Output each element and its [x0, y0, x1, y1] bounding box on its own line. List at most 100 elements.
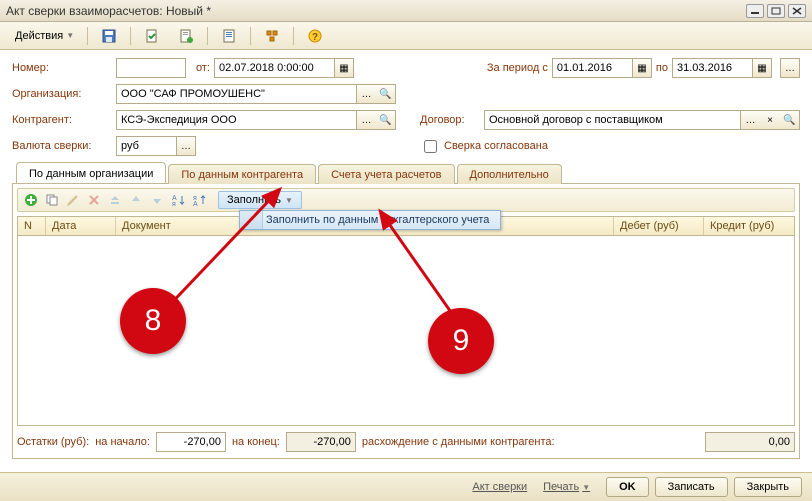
label-period-from: За период с [487, 62, 548, 74]
tab-accounts[interactable]: Счета учета расчетов [318, 164, 454, 184]
label-divergence: расхождение с данными контрагента: [362, 436, 555, 448]
col-date[interactable]: Дата [46, 217, 116, 235]
act-link-label: Акт сверки [472, 481, 527, 493]
ellipsis-icon: … [181, 141, 191, 152]
tab-bar: По данным организации По данным контраге… [12, 162, 800, 184]
help-icon: ? [307, 28, 323, 44]
save-button[interactable]: Записать [655, 477, 728, 497]
col-debit[interactable]: Дебет (руб) [614, 217, 704, 235]
close-button[interactable] [788, 4, 806, 18]
ellipsis-icon: … [746, 115, 756, 126]
label-currency: Валюта сверки: [12, 140, 112, 152]
label-agreed: Сверка согласована [444, 140, 548, 152]
document-check-icon [144, 28, 160, 44]
add-row-button[interactable] [22, 191, 40, 209]
print-menu[interactable]: Печать ▼ [543, 481, 590, 493]
number-input[interactable] [116, 58, 186, 78]
col-n[interactable]: N [18, 217, 46, 235]
label-rest-begin: на начало: [95, 436, 150, 448]
ellipsis-icon: … [785, 63, 795, 74]
separator [207, 27, 208, 45]
copy-row-button[interactable] [43, 191, 61, 209]
calendar-icon: ▦ [757, 63, 766, 74]
move-down-button[interactable] [148, 191, 166, 209]
annotation-9: 9 [428, 308, 494, 374]
counterparty-select-button[interactable]: … [356, 110, 376, 130]
fill-dropdown-menu: Заполнить по данным бухгалтерского учета [239, 210, 501, 230]
chevron-down-icon: ▼ [285, 196, 293, 205]
move-up-first-button[interactable] [106, 191, 124, 209]
summary-row: Остатки (руб): на начало: на конец: расх… [17, 432, 795, 452]
sort-asc-button[interactable]: Aя [169, 191, 187, 209]
period-start-picker[interactable]: ▦ [632, 58, 652, 78]
fill-button[interactable]: Заполнить ▼ [218, 191, 302, 209]
footer-bar: Акт сверки Печать ▼ OK Записать Закрыть [0, 472, 812, 501]
period-end-picker[interactable]: ▦ [752, 58, 772, 78]
magnifier-icon: 🔍 [783, 115, 795, 126]
window-title: Акт сверки взаиморасчетов: Новый * [6, 4, 743, 18]
label-period-to: по [656, 62, 668, 74]
org-select-button[interactable]: … [356, 84, 376, 104]
close-form-button[interactable]: Закрыть [734, 477, 802, 497]
move-up-button[interactable] [127, 191, 145, 209]
report-icon-button[interactable] [214, 25, 244, 47]
minimize-button[interactable] [746, 4, 764, 18]
fill-label: Заполнить [227, 194, 281, 206]
magnifier-icon: 🔍 [379, 89, 391, 100]
org-input[interactable] [116, 84, 356, 104]
report-icon [221, 28, 237, 44]
fill-menu-item-accounting[interactable]: Заполнить по данным бухгалтерского учета [266, 214, 492, 226]
col-credit[interactable]: Кредит (руб) [704, 217, 794, 235]
post-icon-button[interactable] [137, 25, 167, 47]
print-label: Печать [543, 481, 579, 493]
save-icon-button[interactable] [94, 25, 124, 47]
tab-org[interactable]: По данным организации [16, 162, 166, 183]
annotation-8: 8 [120, 288, 186, 354]
period-select-button[interactable]: … [780, 58, 800, 78]
delete-row-button[interactable] [85, 191, 103, 209]
currency-select-button[interactable]: … [176, 136, 196, 156]
label-contract: Договор: [420, 114, 480, 126]
form-area: Номер: от: ▦ За период с ▦ по ▦ … Органи… [0, 50, 812, 465]
posted-icon-button[interactable] [171, 25, 201, 47]
ok-button[interactable]: OK [606, 477, 649, 497]
contract-input[interactable] [484, 110, 740, 130]
edit-row-button[interactable] [64, 191, 82, 209]
separator [87, 27, 88, 45]
properties-icon-button[interactable] [257, 25, 287, 47]
contract-clear-button[interactable]: × [760, 110, 780, 130]
label-counterparty: Контрагент: [12, 114, 112, 126]
period-start-input[interactable] [552, 58, 632, 78]
maximize-button[interactable] [767, 4, 785, 18]
structure-icon [264, 28, 280, 44]
agreed-checkbox-wrap[interactable]: Сверка согласована [420, 137, 548, 156]
contract-open-button[interactable]: 🔍 [780, 110, 800, 130]
label-rest: Остатки (руб): [17, 436, 89, 448]
act-link[interactable]: Акт сверки [472, 481, 527, 493]
separator [250, 27, 251, 45]
period-end-input[interactable] [672, 58, 752, 78]
tab-extra[interactable]: Дополнительно [457, 164, 562, 184]
sort-desc-button[interactable]: яA [190, 191, 208, 209]
date-input[interactable] [214, 58, 334, 78]
agreed-checkbox[interactable] [424, 140, 437, 153]
actions-label: Действия [15, 30, 63, 42]
contract-select-button[interactable]: … [740, 110, 760, 130]
currency-input[interactable] [116, 136, 176, 156]
magnifier-icon: 🔍 [379, 115, 391, 126]
org-open-button[interactable]: 🔍 [376, 84, 396, 104]
counterparty-open-button[interactable]: 🔍 [376, 110, 396, 130]
ellipsis-icon: … [362, 89, 372, 100]
counterparty-input[interactable] [116, 110, 356, 130]
separator [293, 27, 294, 45]
svg-text:A: A [193, 201, 198, 207]
help-icon-button[interactable]: ? [300, 25, 330, 47]
window-titlebar: Акт сверки взаиморасчетов: Новый * [0, 0, 812, 22]
date-picker-button[interactable]: ▦ [334, 58, 354, 78]
rest-begin-value[interactable] [156, 432, 226, 452]
floppy-icon [101, 28, 117, 44]
document-posted-icon [178, 28, 194, 44]
divergence-value [705, 432, 795, 452]
tab-counterparty[interactable]: По данным контрагента [168, 164, 316, 184]
actions-menu[interactable]: Действия ▼ [8, 27, 81, 45]
